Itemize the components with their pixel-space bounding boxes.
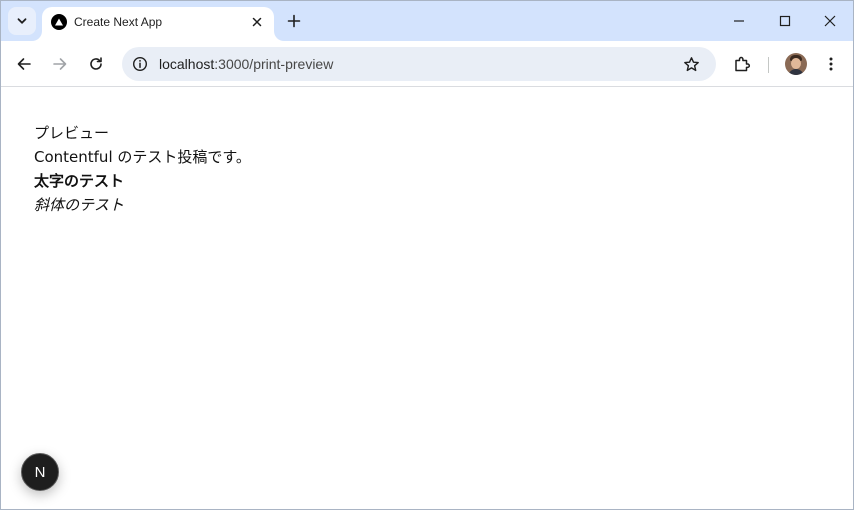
puzzle-icon — [735, 56, 750, 72]
bookmark-button[interactable] — [679, 52, 703, 76]
url-path: :3000/print-preview — [214, 56, 334, 72]
maximize-button[interactable] — [762, 1, 808, 41]
plus-icon — [287, 14, 301, 28]
toolbar-divider — [768, 57, 769, 73]
next-triangle-icon — [51, 14, 67, 30]
minimize-button[interactable] — [716, 1, 762, 41]
site-info-button[interactable] — [128, 52, 152, 76]
tab-active[interactable]: Create Next App — [42, 7, 274, 41]
tab-title: Create Next App — [74, 15, 163, 29]
reload-icon — [90, 57, 102, 70]
close-icon — [824, 15, 836, 27]
nextjs-dev-tools-button[interactable]: N — [21, 453, 59, 491]
browser-menu-button[interactable] — [815, 48, 847, 80]
bold-text: 太字のテスト — [34, 172, 125, 190]
preview-article: プレビュー Contentful のテスト投稿です。 太字のテスト 斜体のテスト — [34, 121, 251, 217]
kebab-menu-icon — [829, 57, 833, 71]
body-paragraph: Contentful のテスト投稿です。 — [34, 148, 251, 166]
browser-toolbar: localhost:3000/print-preview — [1, 41, 853, 87]
chevron-down-icon — [17, 18, 27, 24]
star-icon — [683, 56, 699, 71]
browser-window: Create Next App localhost:3000/print-pre… — [0, 0, 854, 510]
back-button[interactable] — [8, 48, 40, 80]
tab-close-button[interactable] — [247, 12, 267, 32]
page-content: プレビュー Contentful のテスト投稿です。 太字のテスト 斜体のテスト… — [1, 88, 853, 509]
arrow-left-icon — [17, 58, 31, 70]
arrow-right-icon — [53, 58, 67, 70]
new-tab-button[interactable] — [282, 9, 306, 33]
italic-text: 斜体のテスト — [34, 196, 125, 214]
close-icon — [252, 17, 262, 27]
info-icon — [132, 56, 148, 72]
nextjs-logo-icon: N — [34, 463, 46, 481]
url-host: localhost — [159, 56, 215, 72]
reload-button[interactable] — [80, 48, 112, 80]
minimize-icon — [734, 20, 744, 22]
tab-strip: Create Next App — [1, 1, 853, 41]
close-window-button[interactable] — [807, 1, 853, 41]
address-url[interactable]: localhost:3000/print-preview — [159, 56, 333, 72]
extensions-button[interactable] — [726, 48, 758, 80]
maximize-icon — [779, 15, 791, 27]
address-bar[interactable]: localhost:3000/print-preview — [122, 47, 716, 81]
forward-button[interactable] — [44, 48, 76, 80]
avatar[interactable] — [785, 53, 807, 75]
page-heading: プレビュー — [34, 124, 110, 142]
